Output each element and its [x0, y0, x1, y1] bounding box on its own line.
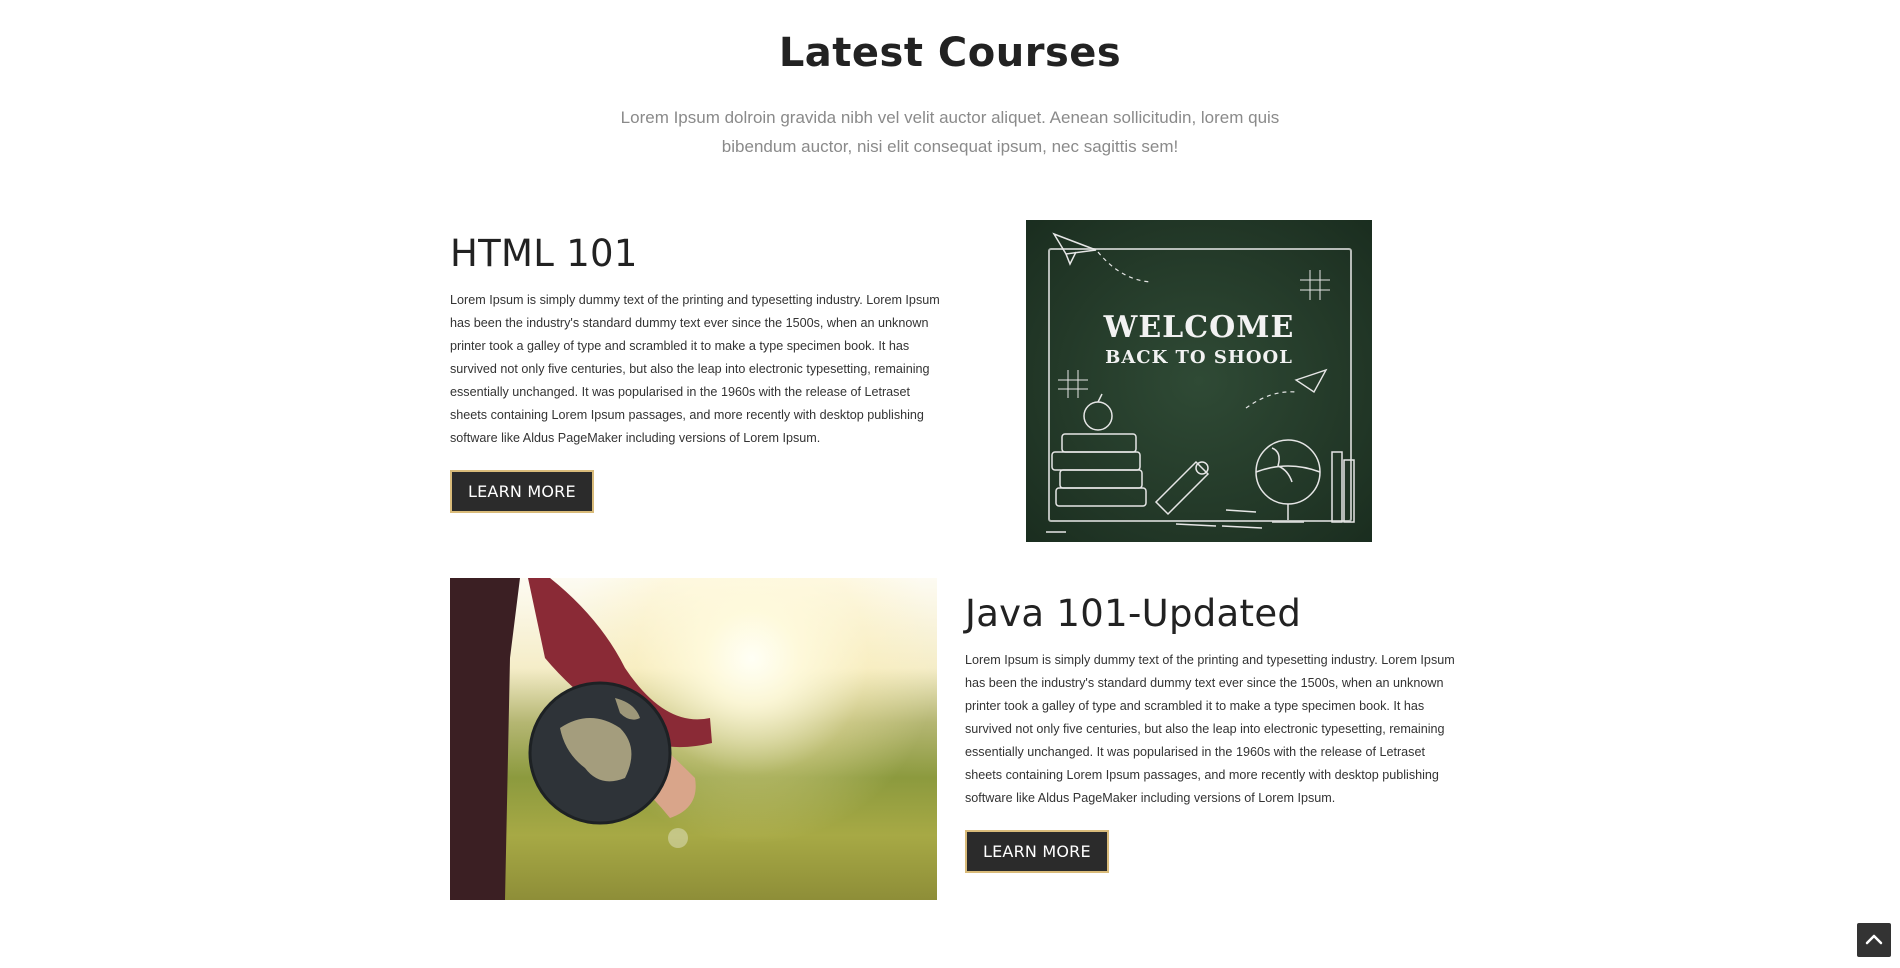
chalk-doodles-illustration	[1046, 232, 1355, 533]
person-with-globe-illustration	[450, 578, 712, 900]
section-subtitle: Lorem Ipsum dolroin gravida nibh vel vel…	[620, 108, 1280, 156]
learn-more-button[interactable]: LEARN MORE	[965, 830, 1109, 873]
chalk-welcome-text: WELCOME	[1103, 310, 1295, 345]
course-title: HTML 101	[450, 232, 638, 275]
course-image-globe-photo	[450, 578, 937, 900]
course-card-java: Java 101-Updated Lorem Ipsum is simply d…	[965, 592, 1455, 873]
course-description: Lorem Ipsum is simply dummy text of the …	[965, 653, 1455, 805]
course-image-chalkboard: WELCOME BACK TO SHOOL	[1026, 220, 1372, 542]
learn-more-button[interactable]: LEARN MORE	[450, 470, 594, 513]
section-title: Latest Courses	[778, 30, 1122, 76]
course-description: Lorem Ipsum is simply dummy text of the …	[450, 293, 940, 445]
course-title: Java 101-Updated	[965, 592, 1302, 635]
chalk-back-to-school-text: BACK TO SHOOL	[1105, 347, 1293, 368]
course-card-html: HTML 101 Lorem Ipsum is simply dummy tex…	[450, 232, 940, 513]
chevron-up-icon	[1865, 934, 1883, 945]
scroll-to-top-button[interactable]	[1857, 923, 1891, 957]
